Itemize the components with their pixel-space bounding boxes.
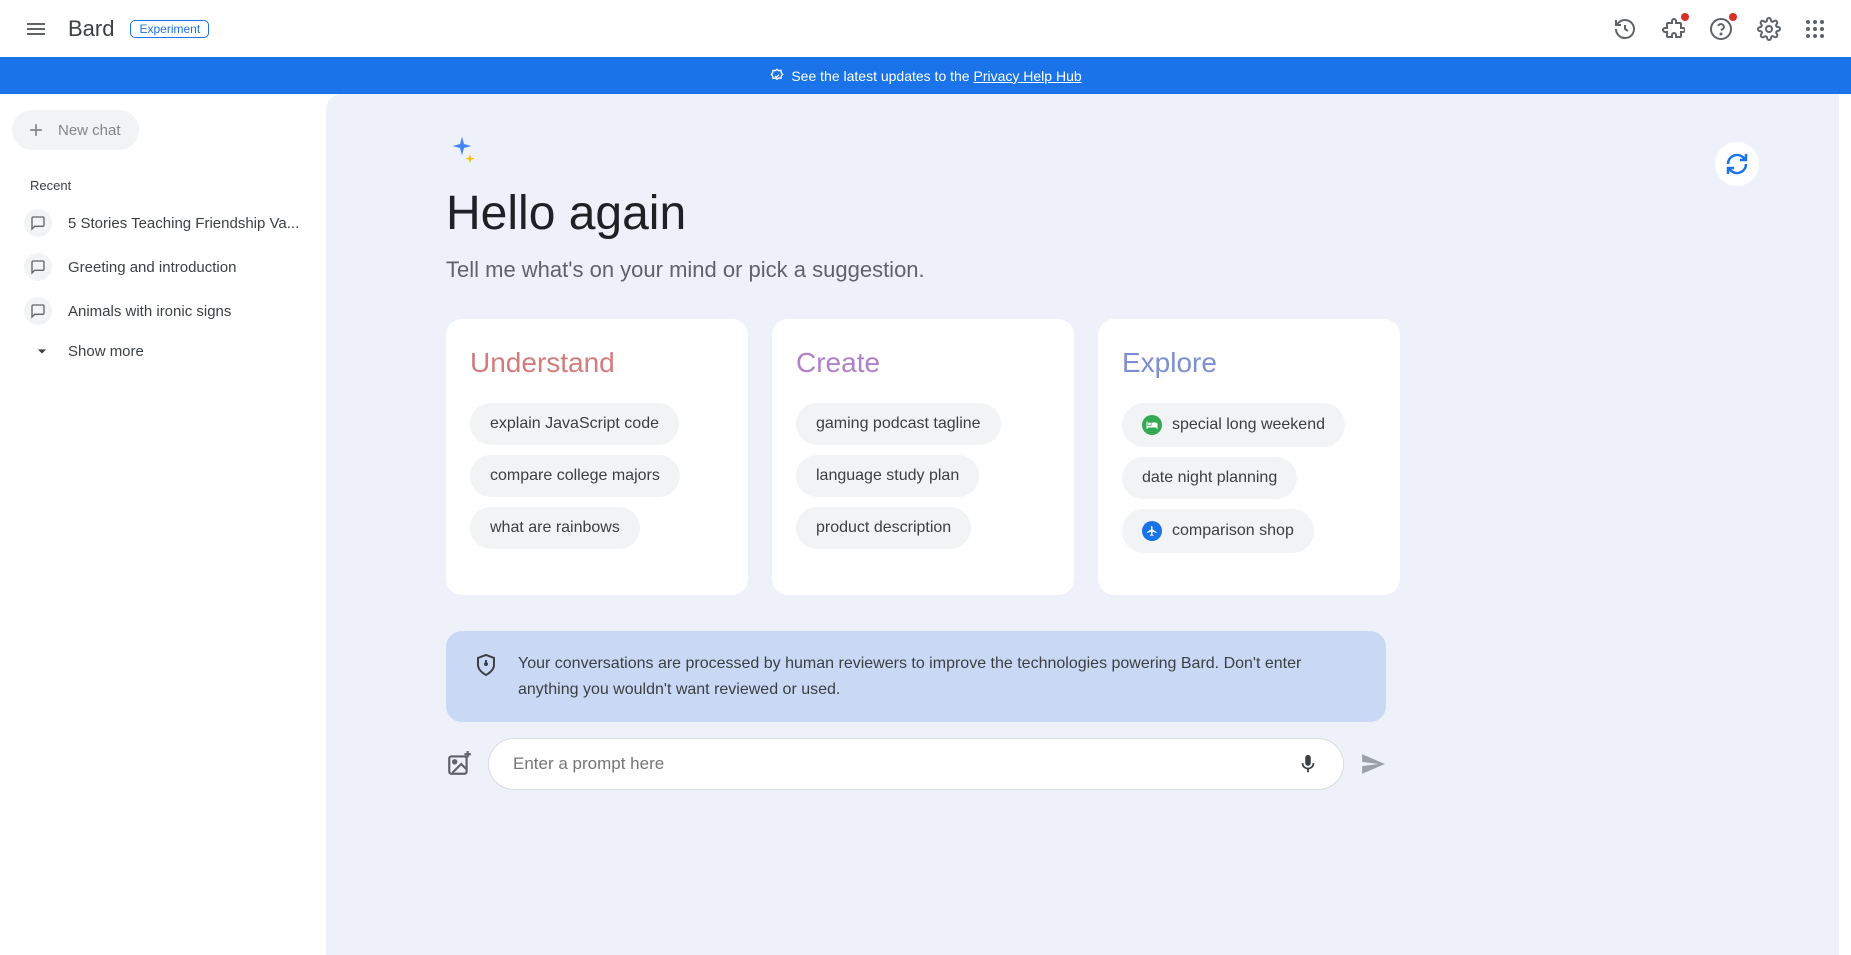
greeting: Hello again bbox=[446, 186, 1779, 241]
plus-icon bbox=[26, 120, 46, 140]
card-title: Create bbox=[796, 347, 1050, 379]
pill-label: product description bbox=[816, 519, 951, 537]
suggestion-pill[interactable]: compare college majors bbox=[470, 455, 680, 497]
suggestion-pill[interactable]: special long weekend bbox=[1122, 403, 1345, 447]
chat-icon bbox=[24, 209, 52, 237]
suggestion-cards: Understand explain JavaScript code compare… bbox=[446, 319, 1779, 595]
main: Hello again Tell me what's on your mind … bbox=[326, 94, 1839, 955]
card-title: Understand bbox=[470, 347, 724, 379]
sidebar: New chat Recent 5 Stories Teaching Frien… bbox=[0, 94, 326, 955]
chat-history-item[interactable]: Animals with ironic signs bbox=[12, 289, 314, 333]
chat-history-item[interactable]: 5 Stories Teaching Friendship Va... bbox=[12, 201, 314, 245]
suggestion-pill[interactable]: comparison shop bbox=[1122, 509, 1314, 553]
suggestion-pill[interactable]: what are rainbows bbox=[470, 507, 640, 549]
chat-icon bbox=[24, 253, 52, 281]
image-upload-icon[interactable] bbox=[446, 751, 472, 777]
pill-label: compare college majors bbox=[490, 467, 660, 485]
header-right bbox=[1603, 7, 1835, 51]
pill-label: explain JavaScript code bbox=[490, 415, 659, 433]
header: Bard Experiment bbox=[0, 0, 1851, 57]
sparkle-icon bbox=[446, 134, 1779, 166]
refresh-button[interactable] bbox=[1715, 142, 1759, 186]
privacy-notice: Your conversations are processed by huma… bbox=[446, 631, 1386, 722]
recent-label: Recent bbox=[30, 178, 314, 193]
banner: See the latest updates to the Privacy He… bbox=[0, 57, 1851, 94]
chat-icon bbox=[24, 297, 52, 325]
pill-label: special long weekend bbox=[1172, 416, 1325, 434]
experiment-badge: Experiment bbox=[130, 20, 209, 38]
suggestion-pill[interactable]: date night planning bbox=[1122, 457, 1297, 499]
refresh-icon bbox=[1725, 152, 1749, 176]
new-chat-label: New chat bbox=[58, 122, 121, 139]
suggestion-card: Create gaming podcast tagline language stu… bbox=[772, 319, 1074, 595]
show-more-label: Show more bbox=[68, 343, 144, 360]
history-icon[interactable] bbox=[1603, 7, 1647, 51]
banner-link[interactable]: Privacy Help Hub bbox=[973, 68, 1081, 84]
chat-history-item[interactable]: Greeting and introduction bbox=[12, 245, 314, 289]
banner-text: See the latest updates to the Privacy He… bbox=[791, 68, 1081, 84]
mic-icon[interactable] bbox=[1297, 753, 1319, 775]
menu-icon[interactable] bbox=[16, 9, 56, 49]
suggestion-pill[interactable]: gaming podcast tagline bbox=[796, 403, 1001, 445]
suggestion-pill[interactable]: language study plan bbox=[796, 455, 979, 497]
chat-history-label: Greeting and introduction bbox=[68, 259, 236, 276]
suggestion-pill[interactable]: product description bbox=[796, 507, 971, 549]
hotel-icon bbox=[1142, 415, 1162, 435]
pill-label: gaming podcast tagline bbox=[816, 415, 981, 433]
chevron-down-icon bbox=[32, 341, 52, 361]
prompt-input-container bbox=[488, 738, 1344, 790]
apps-icon[interactable] bbox=[1795, 9, 1835, 49]
subtitle: Tell me what's on your mind or pick a su… bbox=[446, 257, 1779, 283]
show-more-button[interactable]: Show more bbox=[12, 333, 314, 369]
notification-dot bbox=[1729, 13, 1737, 21]
input-row bbox=[446, 738, 1386, 790]
shield-icon bbox=[474, 653, 498, 677]
notification-dot bbox=[1681, 13, 1689, 21]
extensions-icon[interactable] bbox=[1651, 7, 1695, 51]
pill-label: comparison shop bbox=[1172, 522, 1294, 540]
card-title: Explore bbox=[1122, 347, 1376, 379]
verified-icon bbox=[769, 68, 785, 84]
flight-icon bbox=[1142, 521, 1162, 541]
suggestion-card: Understand explain JavaScript code compare… bbox=[446, 319, 748, 595]
header-left: Bard Experiment bbox=[16, 9, 209, 49]
logo: Bard bbox=[68, 16, 114, 42]
settings-icon[interactable] bbox=[1747, 7, 1791, 51]
send-button[interactable] bbox=[1360, 751, 1386, 777]
chat-history-label: Animals with ironic signs bbox=[68, 303, 231, 320]
notice-text: Your conversations are processed by huma… bbox=[518, 651, 1358, 702]
prompt-input[interactable] bbox=[513, 754, 1297, 774]
chat-history-label: 5 Stories Teaching Friendship Va... bbox=[68, 215, 299, 232]
suggestion-pill[interactable]: explain JavaScript code bbox=[470, 403, 679, 445]
new-chat-button[interactable]: New chat bbox=[12, 110, 139, 150]
pill-label: what are rainbows bbox=[490, 519, 620, 537]
pill-label: language study plan bbox=[816, 467, 959, 485]
pill-label: date night planning bbox=[1142, 469, 1277, 487]
suggestion-card: Explore special long weekend date night pl… bbox=[1098, 319, 1400, 595]
help-icon[interactable] bbox=[1699, 7, 1743, 51]
